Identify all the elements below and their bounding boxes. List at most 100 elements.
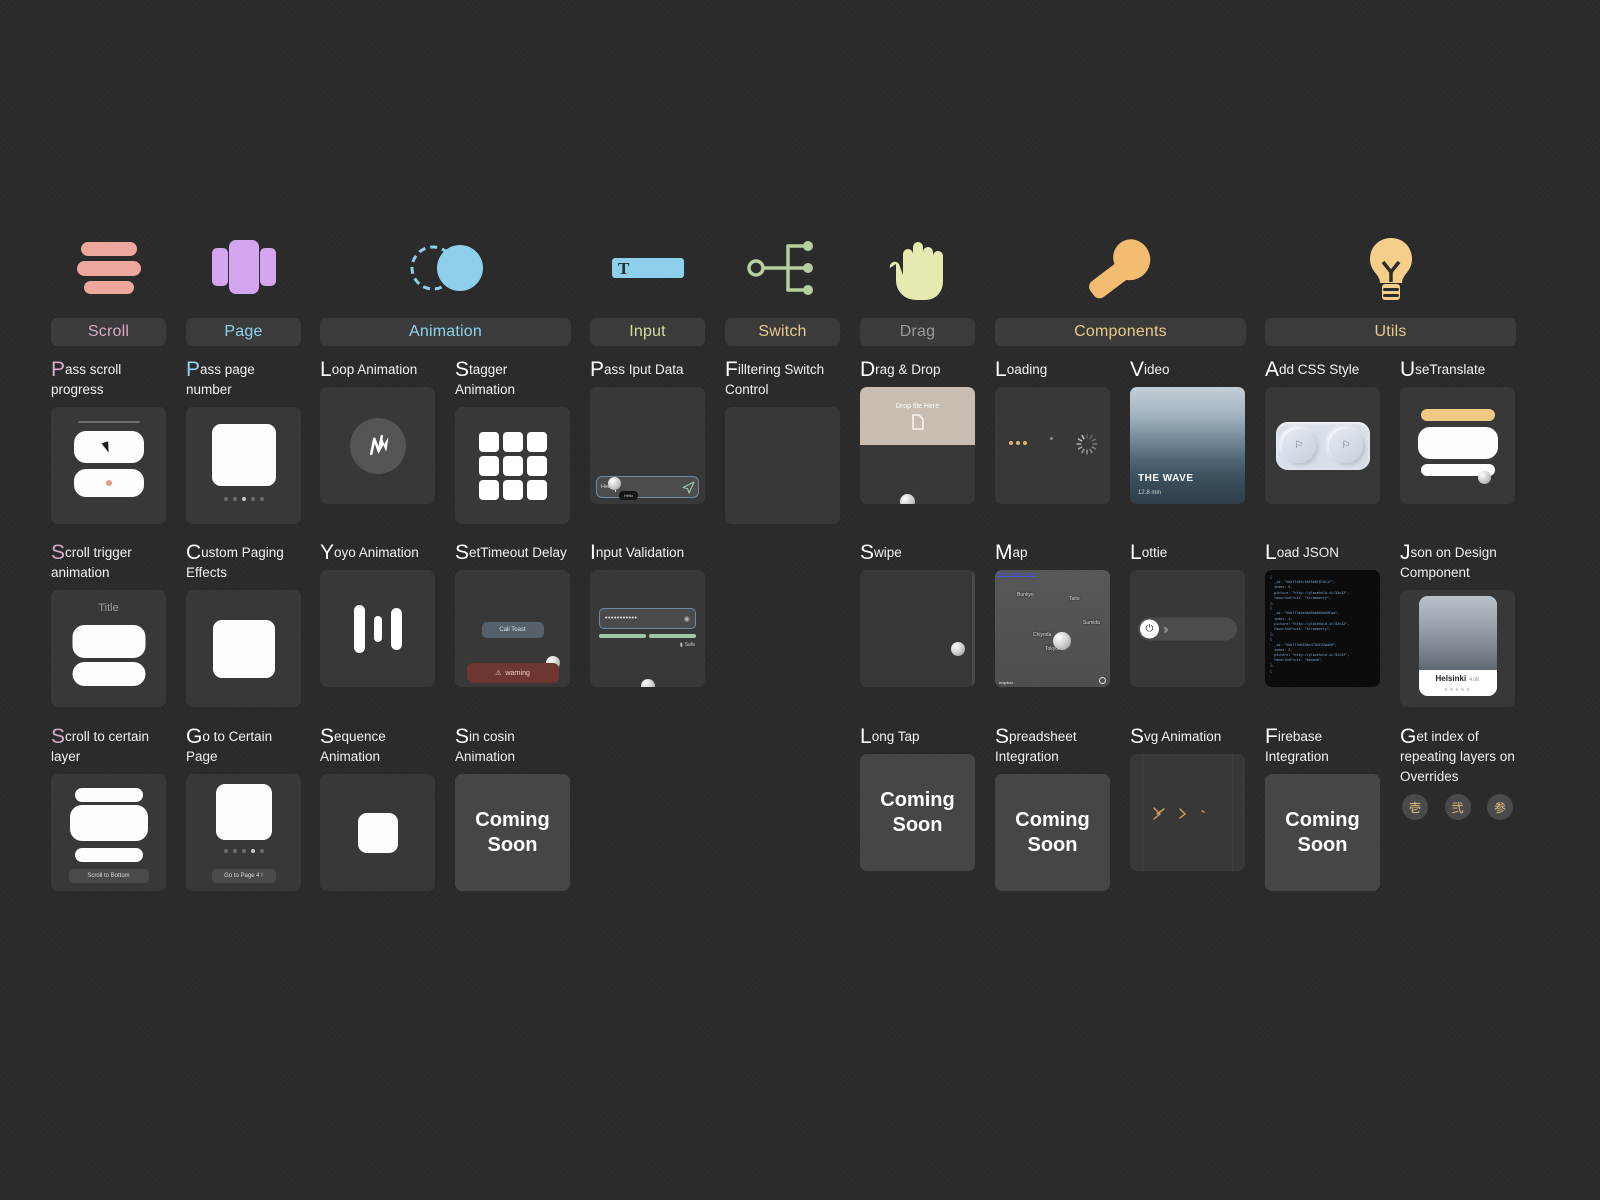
category-pill-components[interactable]: Components: [995, 318, 1246, 346]
card-video[interactable]: Video THE WAVE 12.8 min: [1130, 359, 1245, 504]
card-sin-cosin-animation[interactable]: Sin cosin Animation Coming Soon: [455, 726, 570, 891]
stagger-grid: [478, 431, 547, 500]
scroll-to-bottom-button[interactable]: Scroll to Bottom: [68, 869, 149, 883]
coming-soon-placeholder[interactable]: Coming Soon: [1265, 774, 1380, 891]
card-pass-input-data[interactable]: Pass Iput Data Hello Hello: [590, 359, 705, 504]
page-dot[interactable]: [223, 849, 228, 853]
card-thumbnail[interactable]: [320, 774, 435, 891]
card-thumbnail[interactable]: [186, 407, 301, 524]
card-thumbnail[interactable]: [455, 407, 570, 524]
card-spreadsheet[interactable]: Spreadsheet Integration Coming Soon: [995, 726, 1110, 891]
card-input-validation[interactable]: Input Validation ••••••••••• ◉ ▮ Safe: [590, 542, 705, 687]
card-thumbnail[interactable]: { _id: "5bb77d4fc5bf5b6f67d11f", index: …: [1265, 570, 1380, 687]
card-swipe[interactable]: Swipe: [860, 542, 975, 687]
category-pill-animation[interactable]: Animation: [320, 318, 571, 346]
card-thumbnail[interactable]: [51, 407, 166, 524]
card-thumbnail[interactable]: Drop file Here: [860, 387, 975, 504]
neumorphic-button[interactable]: ⚐: [1329, 428, 1363, 463]
card-thumbnail[interactable]: Helsinki 4.0K ★★★★★: [1400, 590, 1515, 707]
card-loading[interactable]: Loading: [995, 359, 1110, 504]
card-thumbnail[interactable]: Go to Page 4 !: [186, 774, 301, 891]
category-pill-input[interactable]: Input: [590, 318, 705, 346]
card-thumbnail[interactable]: ••••••••••• ◉ ▮ Safe: [590, 570, 705, 687]
card-thumbnail[interactable]: [320, 387, 435, 504]
reveal-password-icon[interactable]: ◉: [684, 615, 690, 623]
call-toast-button[interactable]: Call Toast: [481, 622, 544, 638]
map-compass-icon[interactable]: [1099, 677, 1106, 684]
card-thumbnail[interactable]: [1130, 754, 1245, 871]
unlock-slider-track[interactable]: ⏻ ››: [1138, 617, 1237, 640]
coming-soon-placeholder[interactable]: Coming Soon: [455, 774, 570, 891]
card-map[interactable]: Map Edit in Mapbox Studio Bunkyo Taito Chiyo…: [995, 542, 1110, 687]
card-thumbnail[interactable]: Title: [51, 590, 166, 707]
kanji-badge[interactable]: 参: [1487, 794, 1513, 820]
card-go-to-certain-page[interactable]: Go to Certain Page Go to Page 4 !: [186, 726, 301, 891]
send-icon[interactable]: [682, 481, 695, 494]
coming-soon-placeholder[interactable]: Coming Soon: [995, 774, 1110, 891]
category-pill-utils[interactable]: Utils: [1265, 318, 1516, 346]
neumorphic-button[interactable]: ⚐: [1282, 428, 1316, 463]
card-thumbnail[interactable]: Call Toast ⚠ warning: [455, 570, 570, 687]
card-settimeout-delay[interactable]: SetTimeout Delay Call Toast ⚠ warning: [455, 542, 570, 687]
card-scroll-to-layer[interactable]: Scroll to certain layer Scroll to Bottom: [51, 726, 166, 891]
card-add-css-style[interactable]: Add CSS Style ⚐ ⚐: [1265, 359, 1380, 504]
kanji-badge[interactable]: 壱: [1402, 794, 1428, 820]
map-marker[interactable]: [1053, 632, 1071, 650]
card-scroll-trigger[interactable]: Scroll trigger animation Title: [51, 542, 166, 707]
page-dot[interactable]: [232, 497, 237, 501]
go-to-page-button[interactable]: Go to Page 4 !: [211, 869, 276, 883]
card-thumbnail[interactable]: 壱弐参: [1400, 794, 1515, 854]
card-pass-scroll-progress[interactable]: Pass scroll progress: [51, 359, 166, 524]
empty-preview[interactable]: [725, 407, 840, 524]
card-lottie[interactable]: Lottie ⏻ ››: [1130, 542, 1245, 687]
card-thumbnail[interactable]: [186, 590, 301, 707]
page-dot[interactable]: [241, 497, 246, 501]
category-pill-scroll[interactable]: Scroll: [51, 318, 166, 346]
card-long-tap[interactable]: Long Tap Coming Soon: [860, 726, 975, 871]
card-get-index-overrides[interactable]: Get index of repeating layers on Overrid…: [1400, 726, 1515, 854]
page-dot[interactable]: [223, 497, 228, 501]
card-load-json[interactable]: Load JSON { _id: "5bb77d4fc5bf5b6f67d11f"…: [1265, 542, 1380, 687]
card-thumbnail[interactable]: Scroll to Bottom: [51, 774, 166, 891]
page-dot[interactable]: [250, 849, 255, 853]
category-pill-page[interactable]: Page: [186, 318, 301, 346]
category-pill-switch[interactable]: Switch: [725, 318, 840, 346]
card-firebase-integration[interactable]: Firebase Integration Coming Soon: [1265, 726, 1380, 891]
category-pill-drag[interactable]: Drag: [860, 318, 975, 346]
card-thumbnail[interactable]: Hello Hello: [590, 387, 705, 504]
card-json-on-design[interactable]: Json on Design Component Helsinki 4.0K ★★★★…: [1400, 542, 1515, 707]
page-dot[interactable]: [232, 849, 237, 853]
page-dot[interactable]: [241, 849, 246, 853]
page-dots[interactable]: [223, 497, 264, 501]
video-frame[interactable]: [1130, 387, 1245, 504]
map-link[interactable]: Edit in Mapbox Studio: [997, 571, 1036, 576]
card-thumbnail[interactable]: [1400, 387, 1515, 504]
card-thumbnail[interactable]: ⚐ ⚐: [1265, 387, 1380, 504]
power-knob[interactable]: ⏻: [1140, 619, 1159, 638]
card-stagger-animation[interactable]: Stagger Animation: [455, 359, 570, 524]
card-thumbnail[interactable]: ⏻ ››: [1130, 570, 1245, 687]
page-dot[interactable]: [250, 497, 255, 501]
card-thumbnail[interactable]: THE WAVE 12.8 min: [1130, 387, 1245, 504]
drop-zone[interactable]: Drop file Here: [860, 387, 975, 445]
card-pass-page-number[interactable]: Pass page number: [186, 359, 301, 524]
card-thumbnail[interactable]: [320, 570, 435, 687]
card-sequence-animation[interactable]: Sequence Animation: [320, 726, 435, 891]
kanji-badge[interactable]: 弐: [1444, 794, 1471, 820]
page-dot[interactable]: [259, 849, 264, 853]
card-thumbnail[interactable]: Edit in Mapbox Studio Bunkyo Taito Chiyoda T…: [995, 570, 1110, 687]
card-use-translate[interactable]: UseTranslate: [1400, 359, 1515, 504]
page-dot[interactable]: [259, 497, 264, 501]
card-loop-animation[interactable]: Loop Animation: [320, 359, 435, 504]
card-drag-and-drop[interactable]: Drag & Drop Drop file Here: [860, 359, 975, 504]
map-tiles[interactable]: [995, 570, 1110, 687]
password-field[interactable]: ••••••••••• ◉: [599, 608, 696, 629]
card-custom-paging[interactable]: Custom Paging Effects: [186, 542, 301, 707]
page-dots[interactable]: [223, 849, 264, 853]
card-svg-animation[interactable]: Svg Animation: [1130, 726, 1245, 871]
card-filltering-switch[interactable]: Filltering Switch Control: [725, 359, 840, 524]
coming-soon-placeholder[interactable]: Coming Soon: [860, 754, 975, 871]
card-thumbnail[interactable]: [995, 387, 1110, 504]
card-thumbnail[interactable]: [860, 570, 975, 687]
card-yoyo-animation[interactable]: Yoyo Animation: [320, 542, 435, 687]
